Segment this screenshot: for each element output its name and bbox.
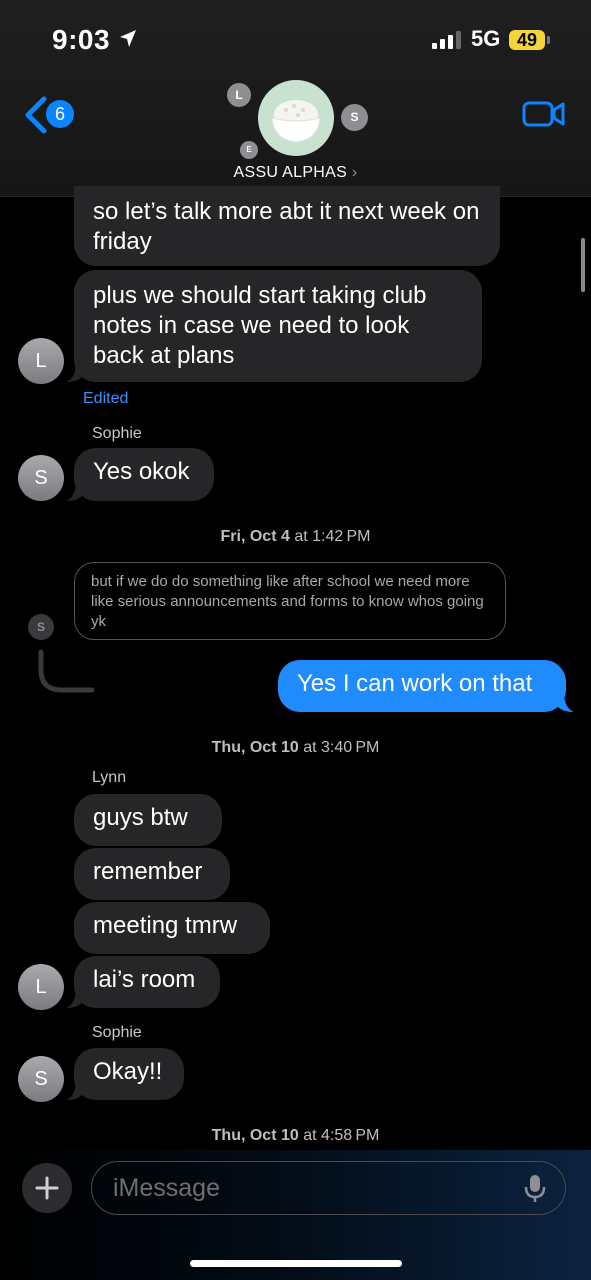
- timestamp: Fri, Oct 4 at 1:42 PM: [0, 528, 591, 546]
- timestamp-day: Thu, Oct 10: [211, 1127, 299, 1144]
- reply-thread-line: [38, 649, 95, 693]
- timestamp: Thu, Oct 10 at 4:58 PM: [0, 1127, 591, 1145]
- unread-count-badge[interactable]: 6: [46, 100, 74, 128]
- group-avatar[interactable]: [258, 80, 334, 156]
- edited-label[interactable]: Edited: [83, 390, 128, 408]
- group-name-text: ASSU ALPHAS: [233, 164, 348, 181]
- battery-tip: [547, 36, 550, 44]
- message-bubble[interactable]: Yes okok: [74, 448, 214, 501]
- rice-bowl-icon: [271, 100, 321, 143]
- avatar[interactable]: L: [18, 964, 64, 1010]
- sender-name: Sophie: [92, 1024, 142, 1041]
- group-name[interactable]: ASSU ALPHAS ›: [0, 164, 591, 182]
- plus-icon: [35, 1176, 59, 1200]
- scroll-indicator[interactable]: [581, 238, 585, 292]
- add-attachment-button[interactable]: [22, 1163, 72, 1213]
- timestamp-day: Thu, Oct 10: [211, 739, 299, 756]
- facetime-video-icon[interactable]: [522, 100, 566, 128]
- timestamp: Thu, Oct 10 at 3:40 PM: [0, 739, 591, 757]
- bubble-tail: [66, 988, 84, 1008]
- message-bubble[interactable]: remember: [74, 848, 230, 900]
- timestamp-time: at 3:40 PM: [303, 739, 380, 756]
- avatar[interactable]: S: [18, 1056, 64, 1102]
- avatar[interactable]: L: [18, 338, 64, 384]
- member-avatar-l: L: [227, 83, 251, 107]
- message-bubble[interactable]: lai’s room: [74, 956, 220, 1008]
- message-input-placeholder: iMessage: [113, 1174, 220, 1202]
- member-avatar-e: E: [240, 141, 258, 159]
- bubble-tail-outgoing: [556, 692, 574, 712]
- message-bubble[interactable]: Okay!!: [74, 1048, 184, 1100]
- avatar[interactable]: S: [18, 455, 64, 501]
- message-bubble[interactable]: guys btw: [74, 794, 222, 846]
- location-arrow-icon: [120, 30, 136, 47]
- home-indicator[interactable]: [190, 1260, 402, 1267]
- member-avatar-s: S: [341, 104, 368, 131]
- message-bubble[interactable]: plus we should start taking club notes i…: [74, 270, 482, 382]
- battery-level: 49: [509, 30, 545, 50]
- bubble-tail: [66, 362, 84, 382]
- network-type: 5G: [471, 26, 501, 51]
- message-bubble[interactable]: meeting tmrw: [74, 902, 270, 954]
- timestamp-time: at 4:58 PM: [303, 1127, 380, 1144]
- clock: 9:03: [52, 24, 111, 55]
- status-bar: 9:03 5G 49: [0, 0, 591, 80]
- microphone-icon[interactable]: [524, 1174, 546, 1204]
- timestamp-day: Fri, Oct 4: [220, 528, 290, 545]
- sender-name: Lynn: [92, 769, 127, 786]
- bubble-tail: [66, 481, 84, 501]
- reply-quote[interactable]: but if we do do something like after sch…: [74, 562, 506, 640]
- message-bubble[interactable]: so let’s talk more abt it next week on f…: [74, 186, 500, 266]
- reply-avatar: S: [28, 614, 54, 640]
- chevron-right-icon: ›: [351, 164, 358, 181]
- sender-name: Sophie: [92, 425, 142, 442]
- timestamp-time: at 1:42 PM: [294, 528, 371, 545]
- cellular-signal-icon: [432, 31, 461, 49]
- message-bubble-outgoing[interactable]: Yes I can work on that: [278, 660, 566, 712]
- bubble-tail: [66, 1080, 84, 1100]
